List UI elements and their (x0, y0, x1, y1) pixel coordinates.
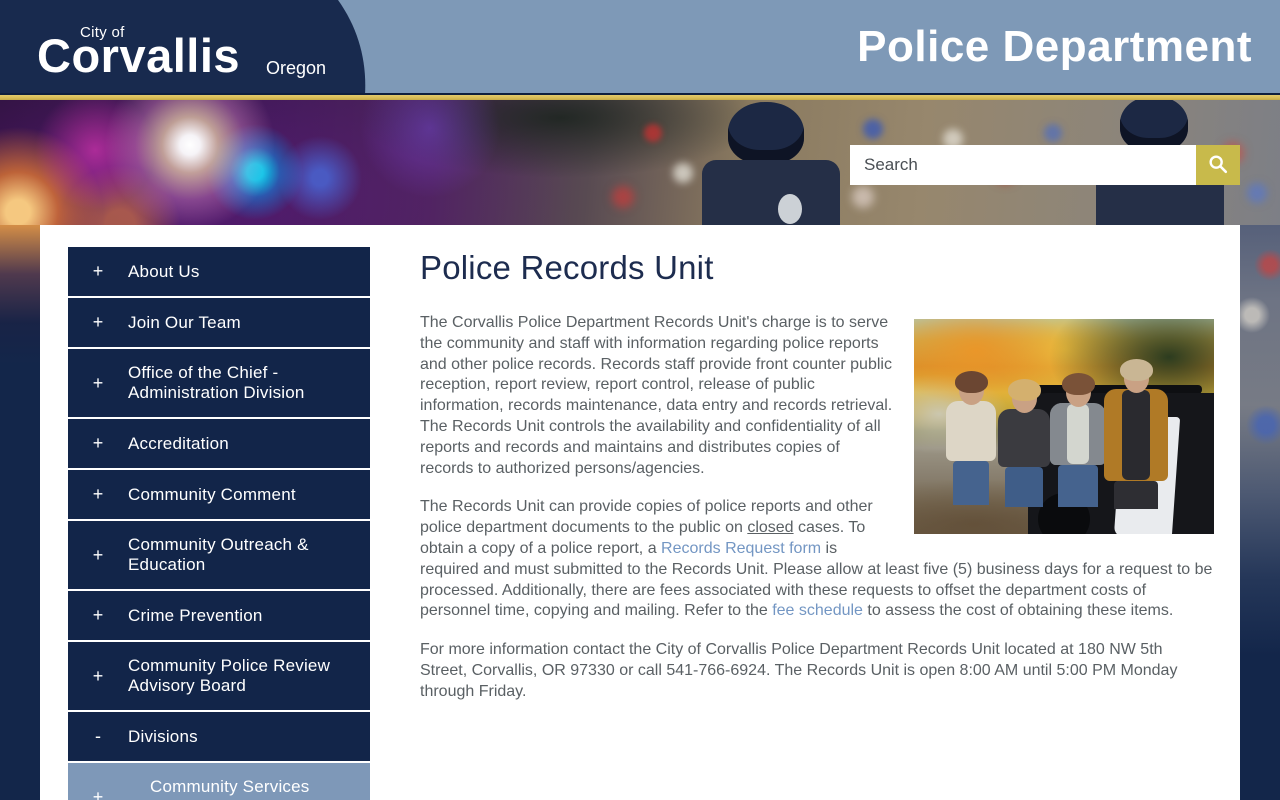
expand-icon[interactable]: + (68, 605, 128, 626)
sidebar-item-about-us[interactable]: + About Us (68, 247, 370, 296)
staff-member (1050, 373, 1106, 534)
sidebar-item-office-of-the-chief[interactable]: + Office of the Chief - Administration D… (68, 349, 370, 417)
expand-icon[interactable]: + (68, 787, 128, 800)
page-title: Police Records Unit (420, 249, 714, 286)
search-bar (850, 145, 1240, 185)
sidebar-item-community-services-division[interactable]: + Community Services Division (68, 763, 370, 800)
expand-icon[interactable]: + (68, 666, 128, 687)
sidebar-navigation: + About Us + Join Our Team + Office of t… (68, 247, 370, 800)
sidebar-item-join-our-team[interactable]: + Join Our Team (68, 298, 370, 347)
hero-banner-photo (0, 100, 1280, 225)
sidebar-item-community-outreach-education[interactable]: + Community Outreach & Education (68, 521, 370, 589)
expand-icon[interactable]: + (68, 484, 128, 505)
sidebar-item-divisions[interactable]: - Divisions (68, 712, 370, 761)
crowd-speckles (0, 100, 10, 110)
content-card: + About Us + Join Our Team + Office of t… (40, 225, 1240, 800)
logo-state-label: Oregon (266, 58, 327, 78)
officer-torso-left (702, 160, 840, 225)
fee-schedule-link[interactable]: fee schedule (772, 602, 863, 619)
logo-city-name: Corvallis (37, 29, 241, 82)
sidebar-item-crime-prevention[interactable]: + Crime Prevention (68, 591, 370, 640)
collapse-icon[interactable]: - (68, 726, 128, 747)
sidebar-item-community-comment[interactable]: + Community Comment (68, 470, 370, 519)
background-right-photo-fade (1240, 225, 1280, 655)
expand-icon[interactable]: + (68, 545, 128, 566)
site-header: City of Corvallis Oregon Police Departme… (0, 0, 1280, 95)
officer-helmet-left (728, 102, 804, 164)
search-button[interactable] (1196, 145, 1240, 185)
paragraph-contact-info: For more information contact the City of… (420, 641, 1178, 700)
records-staff-photo (914, 319, 1214, 534)
expand-icon[interactable]: + (68, 312, 128, 333)
officer-headlight (778, 194, 802, 224)
main-content: Police Records Unit The Corvallis Police… (420, 245, 1214, 721)
records-request-form-link[interactable]: Records Request form (661, 540, 821, 557)
expand-icon[interactable]: + (68, 261, 128, 282)
sidebar-item-accreditation[interactable]: + Accreditation (68, 419, 370, 468)
staff-member (946, 371, 996, 534)
closed-emphasis: closed (747, 519, 794, 537)
city-logo[interactable]: City of Corvallis Oregon (0, 0, 380, 95)
expand-icon[interactable]: + (68, 373, 128, 394)
search-input[interactable] (850, 145, 1196, 185)
expand-icon[interactable]: + (68, 433, 128, 454)
magnifier-icon (1207, 153, 1229, 178)
staff-member (998, 379, 1050, 534)
staff-members (944, 359, 1184, 534)
sidebar-item-community-police-review-advisory-board[interactable]: + Community Police Review Advisory Board (68, 642, 370, 710)
background-left-photo-fade (0, 225, 40, 365)
gold-divider (0, 93, 1280, 100)
department-title: Police Department (857, 22, 1252, 71)
staff-member (1104, 359, 1168, 534)
